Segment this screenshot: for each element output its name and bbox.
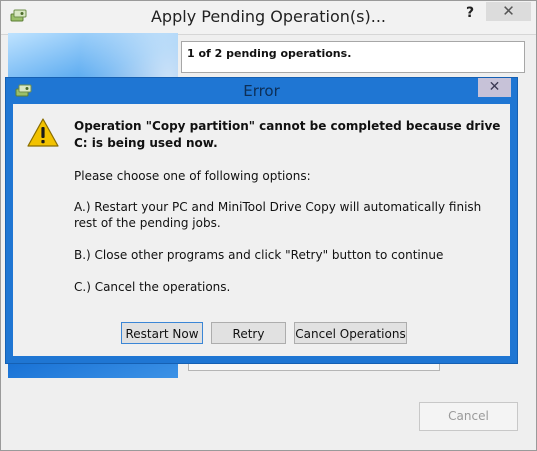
pending-status-box: 1 of 2 pending operations.	[181, 41, 525, 73]
option-b-text: B.) Close other programs and click "Retr…	[74, 248, 444, 262]
retry-button[interactable]: Retry	[211, 322, 286, 344]
error-content: Operation "Copy partition" cannot be com…	[13, 104, 510, 356]
close-button[interactable]: ✕	[486, 2, 531, 21]
cancel-operations-button[interactable]: Cancel Operations	[294, 322, 407, 344]
error-dialog: Error ✕ Operation "Copy partition" canno…	[5, 77, 518, 364]
options-prompt: Please choose one of following options:	[74, 169, 311, 183]
error-close-button[interactable]: ✕	[478, 78, 511, 97]
help-button[interactable]: ?	[466, 5, 474, 21]
apply-pending-titlebar: Apply Pending Operation(s)... ? ✕	[1, 1, 536, 35]
error-title: Error	[243, 82, 280, 100]
window-title: Apply Pending Operation(s)...	[150, 7, 386, 26]
restart-now-button[interactable]: Restart Now	[121, 322, 203, 344]
error-heading: Operation "Copy partition" cannot be com…	[74, 119, 501, 150]
error-titlebar: Error ✕	[6, 78, 517, 103]
warning-icon	[27, 118, 59, 151]
option-a-text: A.) Restart your PC and MiniTool Drive C…	[74, 200, 482, 230]
option-c-text: C.) Cancel the operations.	[74, 280, 231, 294]
cancel-button[interactable]: Cancel	[419, 402, 518, 431]
pending-status-text: 1 of 2 pending operations.	[187, 47, 352, 60]
